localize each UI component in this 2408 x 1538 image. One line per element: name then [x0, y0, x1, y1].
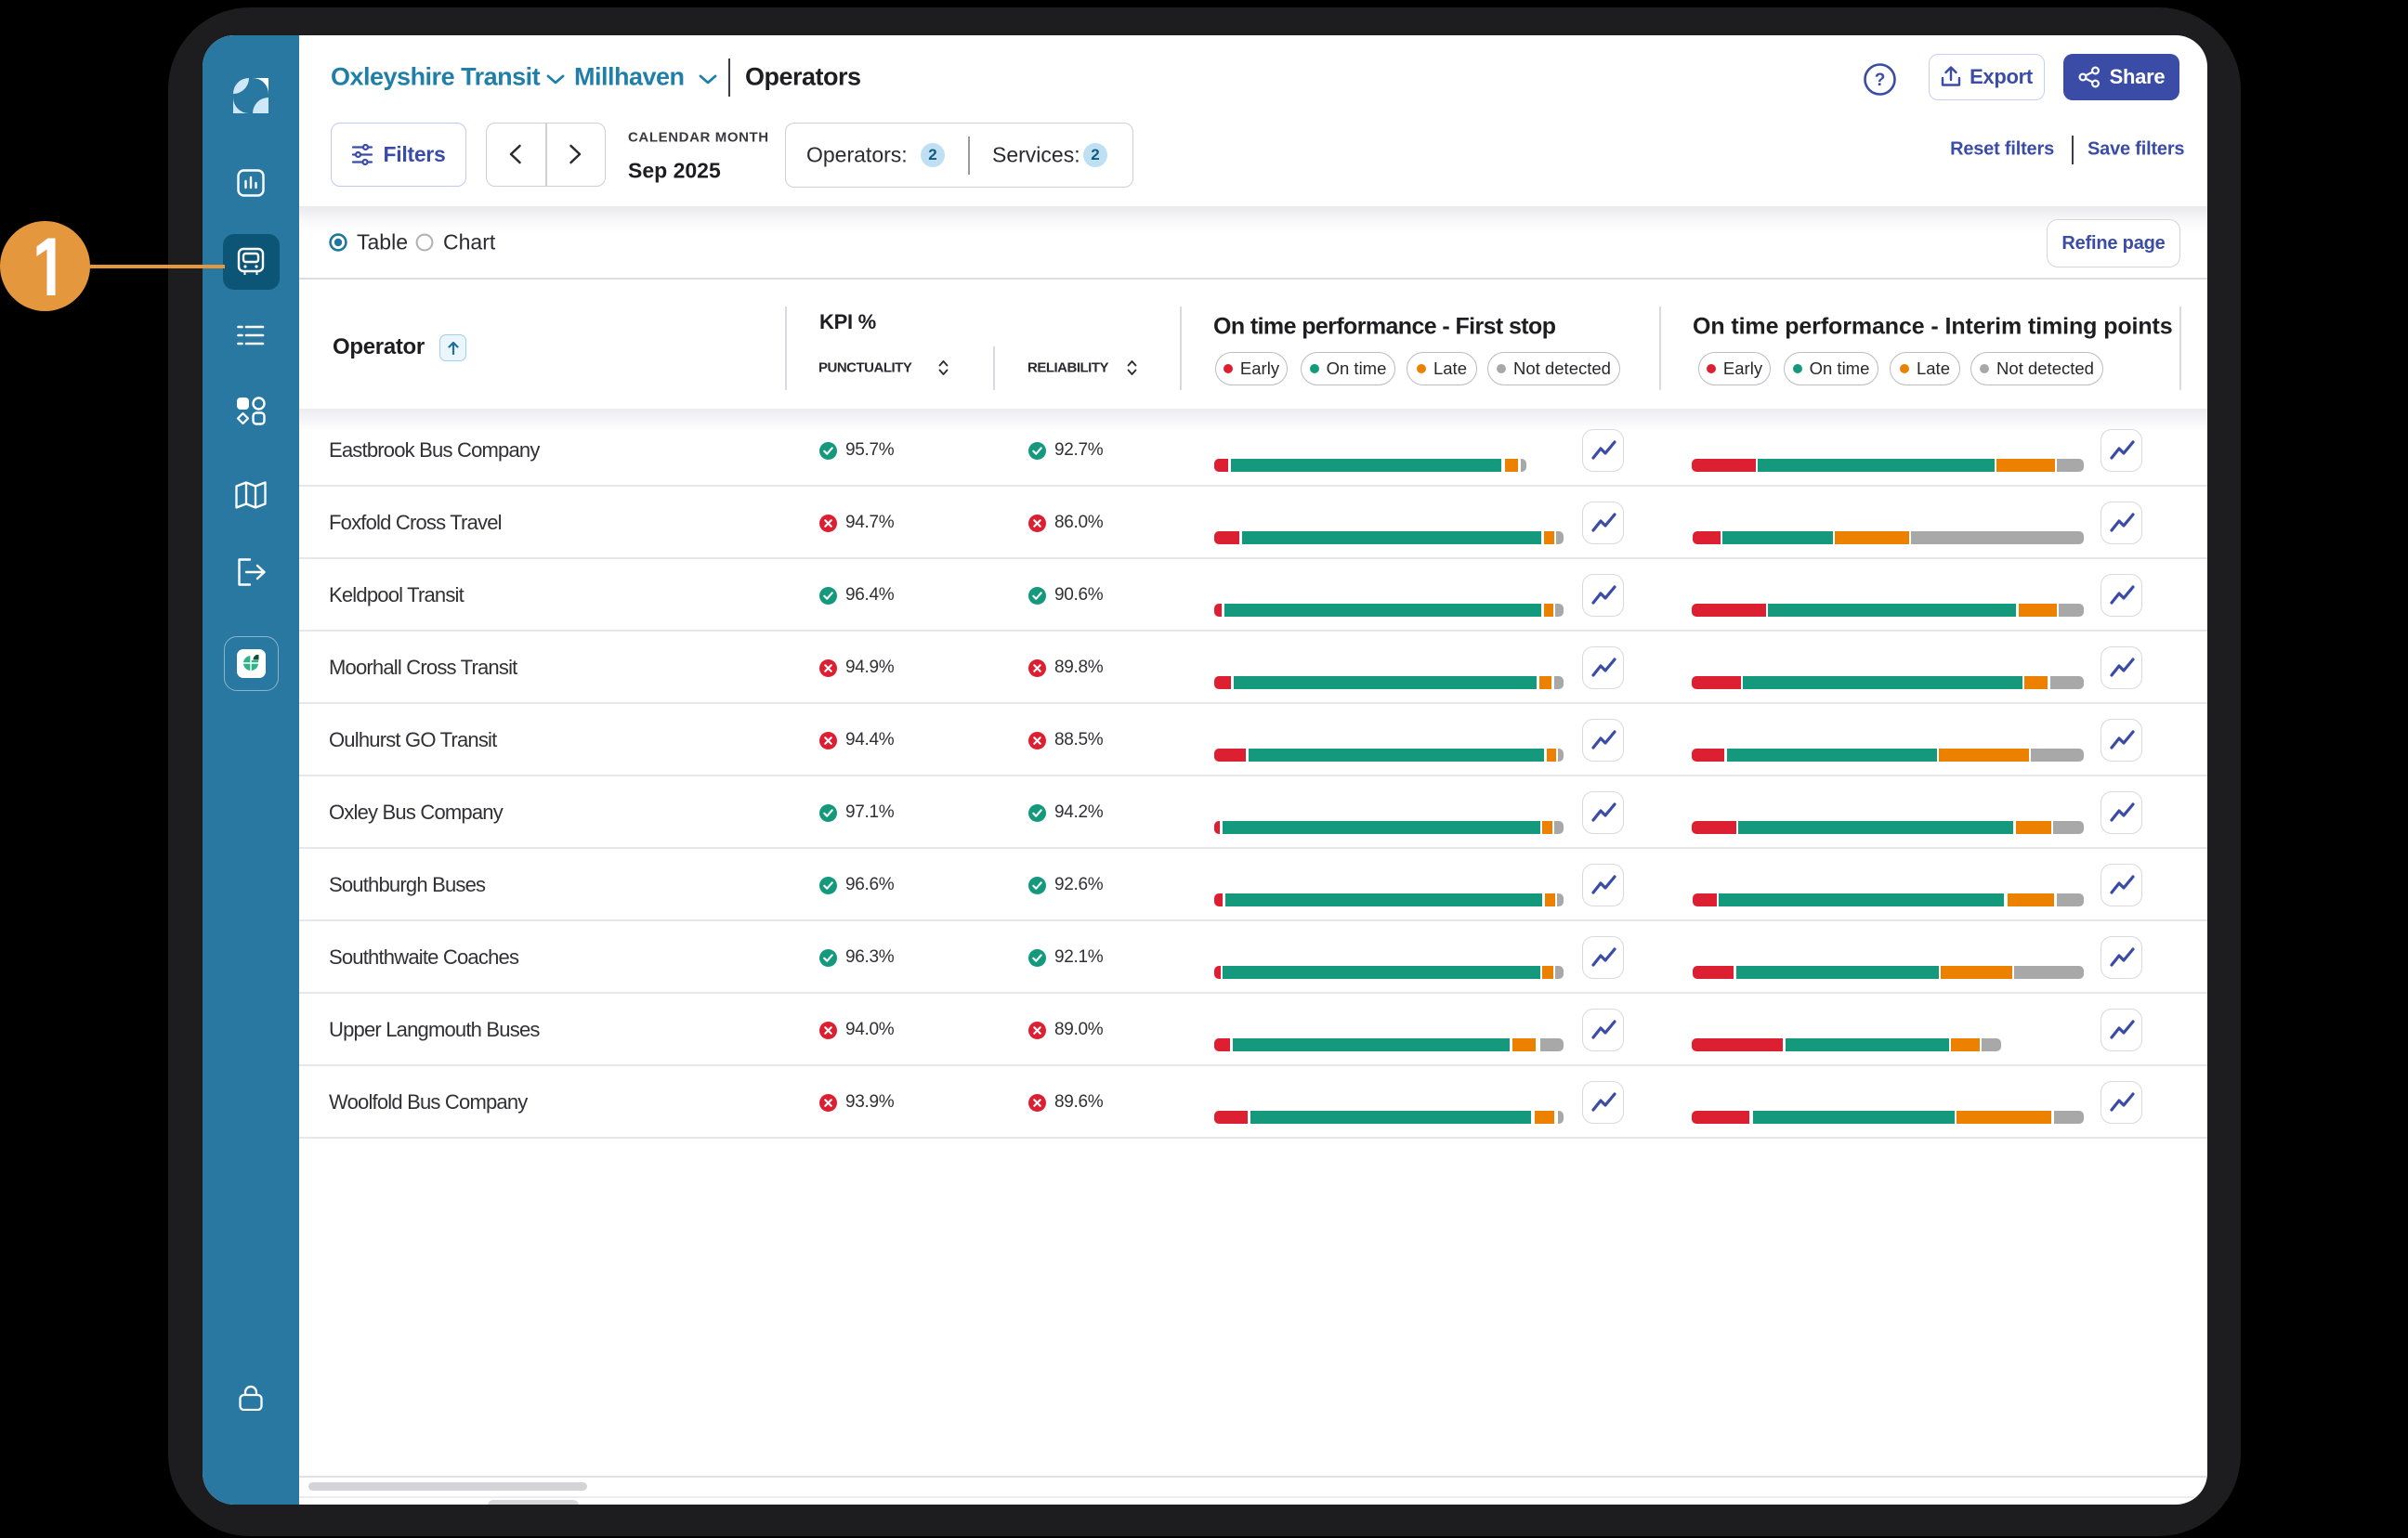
- svg-text:?: ?: [1875, 71, 1886, 90]
